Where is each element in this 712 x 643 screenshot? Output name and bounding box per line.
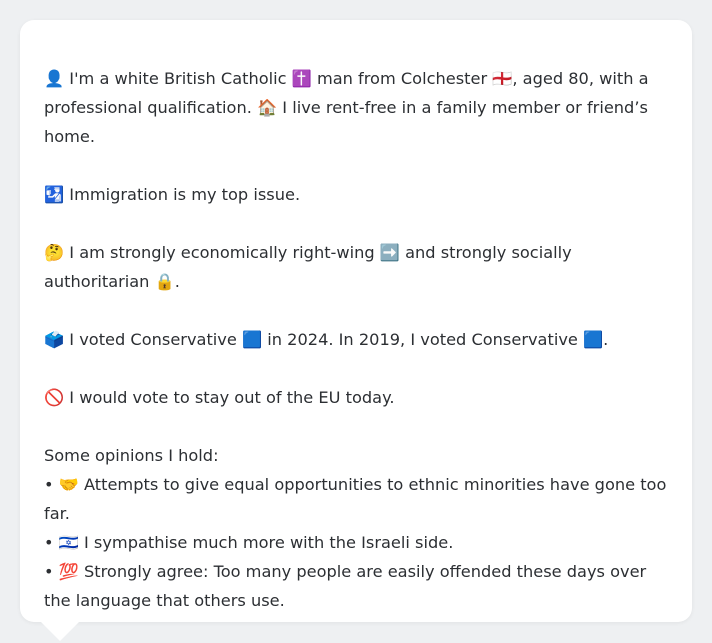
- ideology-line-2: authoritarian 🔒.: [44, 272, 180, 291]
- opinion-item-1-line-1: • 🤝 Attempts to give equal opportunities…: [44, 475, 667, 494]
- top-issue-text: 🛂 Immigration is my top issue.: [44, 185, 301, 204]
- bubble-tail: [40, 621, 80, 641]
- intro-paragraph: 👤 I'm a white British Catholic ✝️ man fr…: [44, 64, 668, 151]
- opinions-list: Some opinions I hold: • 🤝 Attempts to gi…: [44, 441, 668, 615]
- profile-text: 👤 I'm a white British Catholic ✝️ man fr…: [44, 64, 668, 615]
- ideology-paragraph: 🤔 I am strongly economically right-wing …: [44, 238, 668, 296]
- opinion-item-2: • 🇮🇱 I sympathise much more with the Isr…: [44, 533, 454, 552]
- top-issue-paragraph: 🛂 Immigration is my top issue.: [44, 180, 668, 209]
- profile-message-bubble: 👤 I'm a white British Catholic ✝️ man fr…: [20, 20, 692, 622]
- votes-text: 🗳️ I voted Conservative 🟦 in 2024. In 20…: [44, 330, 609, 349]
- intro-line-2: professional qualification. 🏠 I live ren…: [44, 98, 648, 117]
- votes-paragraph: 🗳️ I voted Conservative 🟦 in 2024. In 20…: [44, 325, 668, 354]
- intro-line-3: home.: [44, 127, 96, 146]
- eu-text: 🚫 I would vote to stay out of the EU tod…: [44, 388, 395, 407]
- opinion-item-1-line-2: far.: [44, 504, 70, 523]
- opinions-heading: Some opinions I hold:: [44, 446, 219, 465]
- intro-line-1: 👤 I'm a white British Catholic ✝️ man fr…: [44, 69, 649, 88]
- opinion-item-3-line-2: the language that others use.: [44, 591, 285, 610]
- opinion-item-3-line-1: • 💯 Strongly agree: Too many people are …: [44, 562, 647, 581]
- eu-paragraph: 🚫 I would vote to stay out of the EU tod…: [44, 383, 668, 412]
- ideology-line-1: 🤔 I am strongly economically right-wing …: [44, 243, 572, 262]
